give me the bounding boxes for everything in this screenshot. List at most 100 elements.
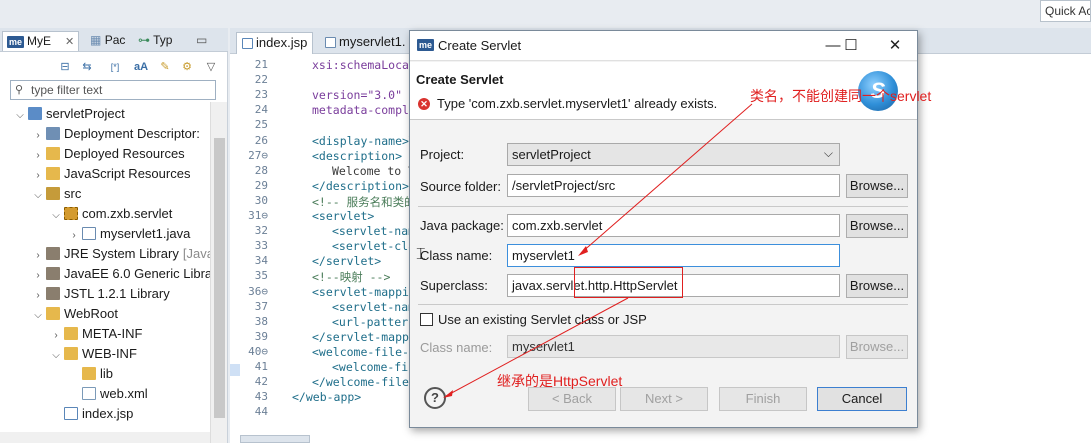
hierarchy-icon: ⊶ [138, 33, 150, 47]
line-number: 39 [254, 329, 268, 343]
explorer-horizontal-scrollbar[interactable] [0, 432, 210, 443]
java-icon [82, 227, 96, 240]
line-number: 22 [254, 73, 268, 87]
chevron-right-icon[interactable]: › [32, 126, 44, 146]
tree-item[interactable]: index.jsp [50, 404, 133, 424]
tree-item[interactable]: ⌵ com.zxb.servlet [50, 204, 172, 224]
chevron-down-icon[interactable]: ⌵ [14, 106, 26, 126]
filter-input[interactable]: ⚲ type filter text [10, 80, 216, 100]
superclass-annotation: 继承的是HttpServlet [497, 373, 623, 389]
tree-item[interactable]: › myservlet1.java [68, 224, 190, 244]
browse-source-folder-button[interactable]: Browse... [846, 174, 908, 198]
code-line: <!--映射 --> [312, 270, 391, 285]
tree-item[interactable]: › JavaEE 6.0 Generic Libra [32, 264, 212, 284]
tree-item[interactable]: web.xml [68, 384, 148, 404]
line-number: 28 [254, 163, 268, 177]
scrollbar-thumb[interactable] [214, 138, 225, 418]
line-number: 43 [254, 390, 268, 404]
code-line: </servlet> [312, 254, 382, 269]
line-number: 40⊖ [248, 344, 268, 358]
separator [418, 206, 908, 207]
line-number: 38 [254, 314, 268, 328]
tree-item[interactable]: › JavaScript Resources [32, 164, 190, 184]
help-icon[interactable]: ? [424, 387, 446, 409]
gear-icon[interactable]: ⚙ [180, 60, 194, 74]
line-number: 23 [254, 88, 268, 102]
tree-item[interactable]: ⌵ WebRoot [32, 304, 118, 324]
tree-item[interactable]: › Deployed Resources [32, 144, 185, 166]
line-number: 44 [254, 405, 268, 419]
collapse-all-icon[interactable]: ⊟ [58, 60, 72, 74]
package-icon: ▦ [90, 33, 102, 47]
wrench-icon[interactable]: ✎ [158, 60, 172, 74]
link-with-editor-icon[interactable]: ⇆ [80, 60, 94, 74]
line-number: 42 [254, 375, 268, 389]
class-name-input[interactable]: myservlet1 [507, 244, 840, 267]
tree-item-label: Deployed Resources [64, 146, 185, 161]
line-number: 31⊖ [248, 209, 268, 222]
chevron-down-icon: ⌵ [823, 146, 833, 160]
browse-superclass-button[interactable]: Browse... [846, 274, 908, 298]
tree-item-label: src [64, 186, 82, 201]
use-existing-checkbox[interactable] [420, 313, 433, 326]
chevron-right-icon[interactable]: › [32, 286, 44, 306]
tree-item-label: WebRoot [64, 306, 118, 321]
chevron-right-icon[interactable]: › [68, 226, 80, 246]
chevron-right-icon[interactable]: › [32, 166, 44, 186]
browse-package-button[interactable]: Browse... [846, 214, 908, 238]
tree-item[interactable]: ⌵ src [32, 184, 81, 204]
project-select[interactable]: servletProject ⌵ [507, 143, 840, 166]
tree-item[interactable]: › META-INF [50, 324, 142, 344]
chevron-down-icon[interactable]: ⌵ [32, 186, 44, 206]
tree-item-label: JRE System Library [64, 246, 179, 261]
tab-type-hierarchy[interactable]: ⊶ Typ [134, 31, 176, 51]
line-number: 27⊖ [248, 148, 268, 162]
explorer-vertical-scrollbar[interactable] [210, 102, 227, 443]
tree-item[interactable]: lib [68, 364, 113, 384]
source-folder-input[interactable]: /servletProject/src [507, 174, 840, 197]
chevron-down-icon[interactable]: ⌵ [50, 206, 62, 226]
filter-icon[interactable]: [*] [108, 60, 122, 74]
tree-item[interactable]: › JRE System Library [Java [32, 244, 214, 264]
myeclipse-icon: me [7, 36, 25, 48]
font-icon[interactable]: aA [134, 60, 148, 74]
tree-item-label: myservlet1.java [100, 226, 191, 241]
xml-icon [82, 387, 96, 400]
tab-myeclipse-explorer[interactable]: me MyE ✕ [2, 31, 80, 51]
error-icon: ✕ [418, 98, 430, 110]
chevron-down-icon[interactable]: ⌵ [50, 346, 62, 366]
tree-item[interactable]: › Deployment Descriptor: [32, 124, 200, 144]
quick-access-field[interactable]: Quick Ac [1040, 0, 1091, 22]
tree-item[interactable]: ⌵ WEB-INF [50, 344, 137, 364]
next-button: Next > [620, 387, 708, 411]
design-tab[interactable] [240, 435, 310, 443]
chevron-right-icon[interactable]: › [32, 246, 44, 266]
maximize-button[interactable]: ☐ [834, 34, 868, 58]
mouse-cursor-icon: ⌶ [416, 246, 426, 263]
close-icon[interactable]: ✕ [65, 36, 74, 48]
tab-index-jsp[interactable]: index.jsp [236, 32, 314, 54]
chevron-right-icon[interactable]: › [32, 266, 44, 286]
minimize-icon[interactable]: ▭ [192, 31, 211, 51]
view-menu-icon[interactable]: ▽ [204, 60, 218, 74]
tab-label: Pac [104, 33, 126, 47]
chevron-down-icon[interactable]: ⌵ [32, 306, 44, 326]
tab-myservlet1-java[interactable]: myservlet1. [320, 32, 410, 54]
class-name-annotation: 类名，不能创建同一个servlet [750, 88, 932, 104]
dialog-titlebar[interactable]: me Create Servlet — ☐ ✕ [410, 31, 917, 61]
java-package-input[interactable]: com.zxb.servlet [507, 214, 840, 237]
browse-existing-button: Browse... [846, 335, 908, 359]
wizard-title: Create Servlet [416, 72, 504, 87]
tree-item[interactable]: › JSTL 1.2.1 Library [32, 284, 169, 306]
source-folder-label: Source folder: [420, 179, 501, 194]
folder-icon [64, 347, 78, 360]
folder-icon [46, 167, 60, 180]
tree-item[interactable]: ⌵ servletProject [14, 104, 125, 124]
existing-class-name-label: Class name: [420, 340, 493, 355]
cancel-button[interactable]: Cancel [817, 387, 907, 411]
chevron-right-icon[interactable]: › [50, 326, 62, 346]
chevron-right-icon[interactable]: › [32, 146, 44, 166]
close-button[interactable]: ✕ [878, 34, 912, 58]
tab-package-explorer[interactable]: ▦ Pac [86, 31, 129, 51]
use-existing-label[interactable]: Use an existing Servlet class or JSP [438, 312, 647, 327]
